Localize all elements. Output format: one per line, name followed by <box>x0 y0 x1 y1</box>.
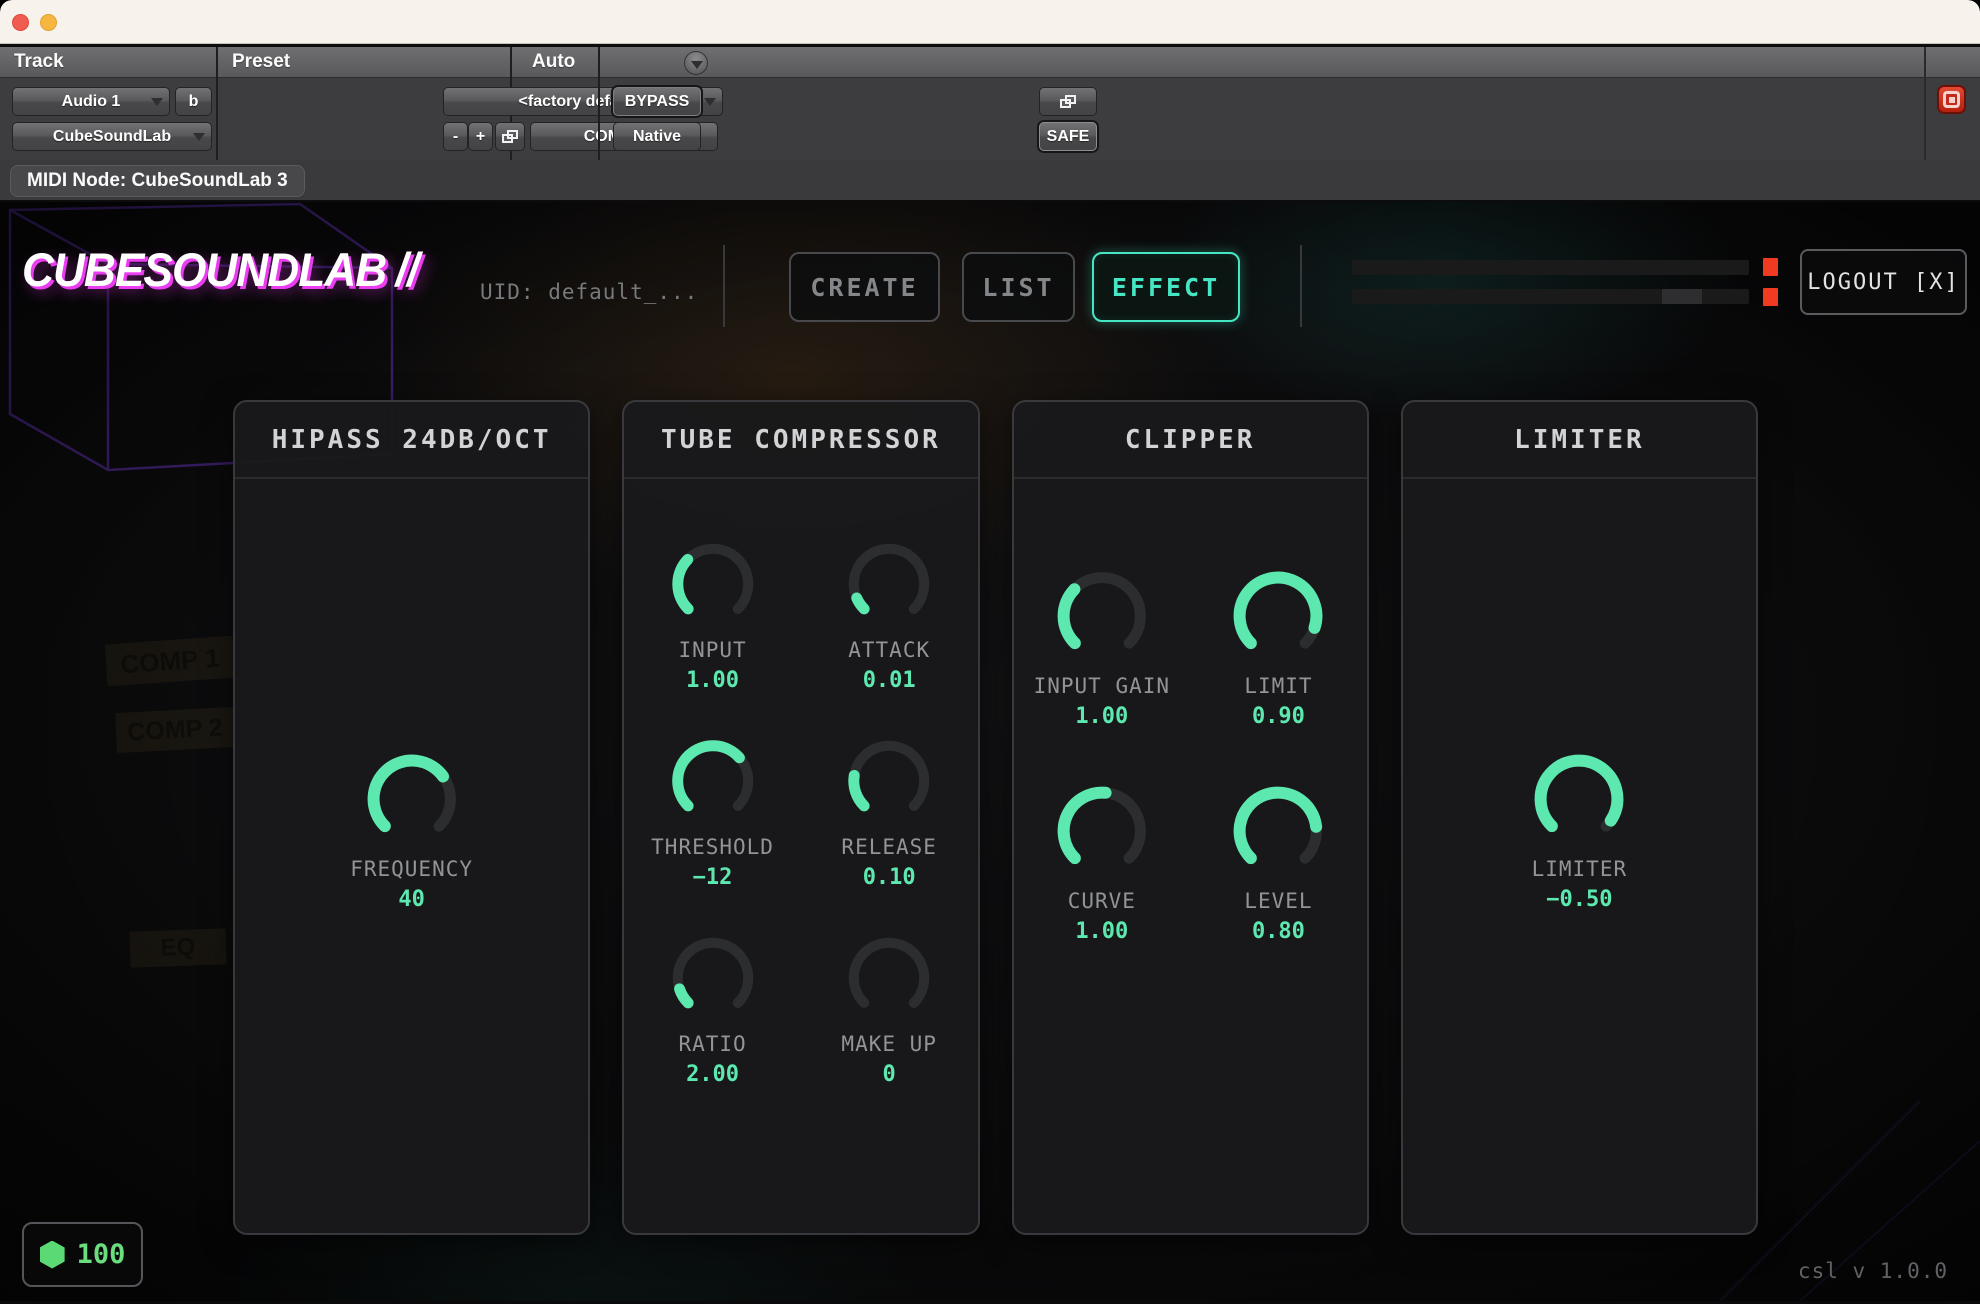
panel-title: HIPASS 24DB/OCT <box>272 425 552 455</box>
clip-indicator-icon <box>1763 288 1778 306</box>
knob-input-gain: INPUT GAIN 1.00 <box>1034 568 1170 729</box>
knob-limit: LIMIT 0.90 <box>1230 568 1326 729</box>
close-window-button[interactable] <box>12 14 29 31</box>
credits-count: 100 <box>77 1239 126 1270</box>
release-knob[interactable] <box>845 737 933 825</box>
knob-makeup: MAKE UP 0 <box>841 934 937 1087</box>
knob-input: INPUT 1.00 <box>669 540 757 693</box>
credits-badge: 100 <box>22 1222 143 1287</box>
automation-button[interactable] <box>1039 87 1097 116</box>
preset-menu-button[interactable] <box>684 51 708 75</box>
knob-limiter: LIMITER −0.50 <box>1531 751 1627 912</box>
auto-section: Auto SAFE <box>512 47 600 163</box>
version-text: csl v 1.0.0 <box>1798 1259 1948 1283</box>
curve-knob[interactable] <box>1054 783 1150 879</box>
clip-indicator-icon <box>1763 258 1778 276</box>
input-gain-knob[interactable] <box>1054 568 1150 664</box>
plugin-header: Track Audio 1 b CubeSoundLab Preset <fac… <box>0 44 1980 160</box>
header-divider <box>1924 47 1926 163</box>
level-meter-top <box>1352 260 1749 275</box>
limiter-knob[interactable] <box>1531 751 1627 847</box>
panel-limiter: LIMITER LIMITER −0.50 <box>1401 400 1758 1235</box>
panel-title: CLIPPER <box>1125 425 1256 455</box>
track-section: Track Audio 1 b CubeSoundLab <box>0 47 218 163</box>
dropdown-triangle-icon <box>704 98 716 106</box>
knob-release: RELEASE 0.10 <box>841 737 937 890</box>
minimize-window-button[interactable] <box>40 14 57 31</box>
panel-clipper: CLIPPER INPUT GAIN 1.00 LIMIT 0.90 <box>1012 400 1369 1235</box>
frequency-knob[interactable] <box>364 751 460 847</box>
effect-tab[interactable]: EFFECT <box>1092 252 1240 322</box>
level-meter-bottom <box>1352 289 1749 304</box>
effect-panels: HIPASS 24DB/OCT FREQUENCY 40 TUBE COMPRE… <box>233 400 1758 1235</box>
panel-title: LIMITER <box>1514 425 1645 455</box>
create-tab[interactable]: CREATE <box>789 252 940 322</box>
plugin-selector[interactable]: CubeSoundLab <box>12 122 212 151</box>
panel-title: TUBE COMPRESSOR <box>661 425 941 455</box>
appbar-divider <box>1300 245 1302 327</box>
preset-previous-button[interactable]: - <box>443 122 468 151</box>
hexagon-icon <box>40 1241 65 1269</box>
input-knob[interactable] <box>669 540 757 628</box>
native-button[interactable]: Native <box>613 122 701 151</box>
panel-hipass: HIPASS 24DB/OCT FREQUENCY 40 <box>233 400 590 1235</box>
uid-text: UID: default_... <box>480 280 698 304</box>
safe-button[interactable]: SAFE <box>1039 122 1097 151</box>
target-icon[interactable] <box>1937 85 1966 114</box>
ratio-knob[interactable] <box>669 934 757 1022</box>
dropdown-triangle-icon <box>691 61 703 69</box>
panel-tube-compressor: TUBE COMPRESSOR INPUT 1.00 ATTACK 0.01 <box>622 400 979 1235</box>
preset-section: Preset <factory default> - + COMPARE <box>218 47 512 163</box>
knob-ratio: RATIO 2.00 <box>669 934 757 1087</box>
level-knob[interactable] <box>1230 783 1326 879</box>
logo-slashes: // <box>396 243 419 296</box>
limit-knob[interactable] <box>1230 568 1326 664</box>
knob-attack: ATTACK 0.01 <box>845 540 933 693</box>
midi-node-label: MIDI Node: CubeSoundLab 3 <box>10 165 305 197</box>
list-tab[interactable]: LIST <box>962 252 1075 322</box>
knob-threshold: THRESHOLD −12 <box>651 737 774 890</box>
appbar-divider <box>723 245 725 327</box>
auto-section-label: Auto <box>532 51 575 73</box>
track-selector[interactable]: Audio 1 <box>12 87 170 116</box>
knob-curve: CURVE 1.00 <box>1054 783 1150 944</box>
plugin-content: COMP 1 COMP 2 EQ CUBESOUNDLAB// UID: def… <box>0 202 1980 1301</box>
makeup-knob[interactable] <box>845 934 933 1022</box>
track-section-label: Track <box>14 51 64 73</box>
app-logo: CUBESOUNDLAB// <box>22 242 418 297</box>
bypass-button[interactable]: BYPASS <box>613 87 701 116</box>
track-variant-selector[interactable]: b <box>175 87 212 116</box>
threshold-knob[interactable] <box>669 737 757 825</box>
preset-next-button[interactable]: + <box>468 122 493 151</box>
dropdown-triangle-icon <box>193 133 205 141</box>
titlebar <box>0 0 1980 44</box>
attack-knob[interactable] <box>845 540 933 628</box>
plugin-window: Track Audio 1 b CubeSoundLab Preset <fac… <box>0 0 1980 1304</box>
knob-frequency: FREQUENCY 40 <box>350 751 473 912</box>
knob-level: LEVEL 0.80 <box>1230 783 1326 944</box>
dropdown-triangle-icon <box>151 98 163 106</box>
automation-windows-icon <box>1060 95 1076 108</box>
midi-node-row: MIDI Node: CubeSoundLab 3 <box>0 160 1980 202</box>
preset-section-label: Preset <box>232 51 290 73</box>
logout-button[interactable]: LOGOUT [X] <box>1800 249 1967 315</box>
